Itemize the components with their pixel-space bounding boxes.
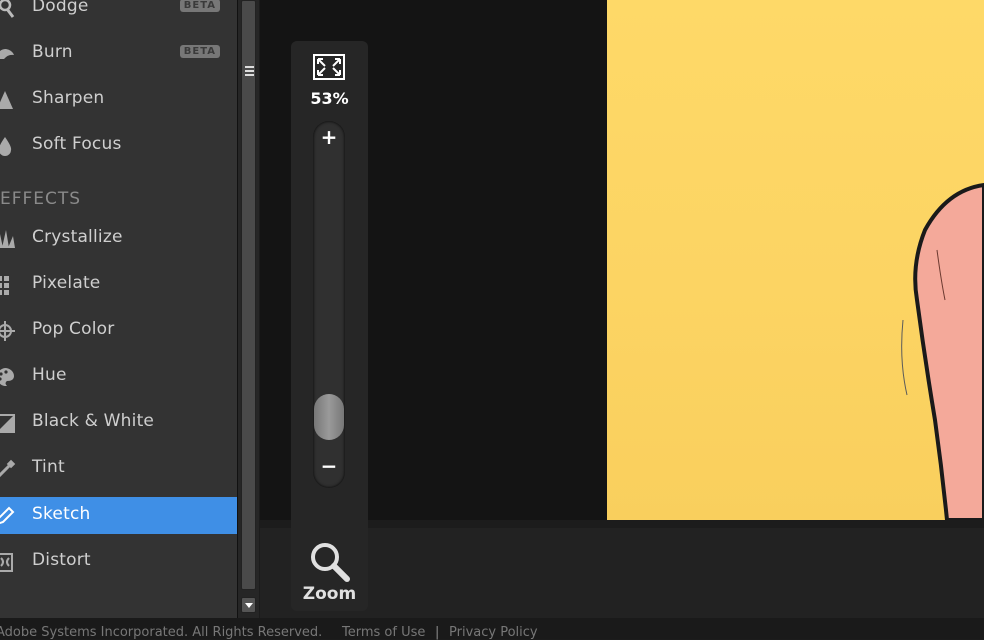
section-effects: EFFECTS [0, 189, 82, 209]
crosshair-icon [0, 320, 16, 342]
privacy-policy-link[interactable]: Privacy Policy [449, 625, 538, 640]
sidebar-item-black-white[interactable]: Black & White [0, 404, 237, 441]
sidebar-item-label: Distort [32, 550, 91, 570]
sketch-shape-icon [901, 182, 984, 520]
page-footer: Adobe Systems Incorporated. All Rights R… [0, 618, 984, 640]
magnifier-icon[interactable] [305, 539, 353, 587]
zoom-slider[interactable]: + − [313, 121, 345, 488]
sidebar-item-label: Hue [32, 365, 67, 385]
sidebar-item-label: Sketch [32, 504, 91, 524]
scroll-thumb[interactable] [241, 0, 256, 590]
sidebar-item-label: Burn [32, 42, 73, 62]
fit-screen-icon[interactable] [313, 54, 345, 80]
sidebar-item-sketch[interactable]: Sketch [0, 497, 237, 534]
sidebar-item-distort[interactable]: Distort [0, 543, 237, 580]
sharpen-icon [0, 89, 16, 111]
sidebar-item-soft-focus[interactable]: Soft Focus [0, 127, 237, 164]
dodge-icon [0, 0, 16, 19]
sidebar-item-hue[interactable]: Hue [0, 358, 237, 395]
zoom-slider-thumb[interactable] [314, 394, 344, 440]
sidebar-item-label: Tint [32, 457, 65, 477]
sidebar-item-pixelate[interactable]: Pixelate [0, 266, 237, 303]
grip-icon [245, 66, 254, 78]
sidebar-item-label: Crystallize [32, 227, 123, 247]
terms-of-use-link[interactable]: Terms of Use [342, 625, 425, 640]
zoom-out-button[interactable]: − [313, 454, 345, 478]
zoom-panel: 53% + − Zoom [291, 41, 368, 611]
droplet-icon [0, 135, 16, 157]
sidebar-item-dodge[interactable]: Dodge BETA [0, 0, 237, 26]
pixelate-icon [0, 274, 16, 296]
sidebar-item-label: Pixelate [32, 273, 101, 293]
sidebar-item-sharpen[interactable]: Sharpen [0, 81, 237, 118]
beta-badge: BETA [179, 45, 220, 58]
dropper-icon [0, 458, 16, 480]
sidebar-scrollbar[interactable] [237, 0, 259, 618]
burn-icon [0, 43, 16, 65]
sidebar-item-label: Dodge [32, 0, 89, 16]
palette-icon [0, 366, 16, 388]
sidebar-item-tint[interactable]: Tint [0, 450, 237, 487]
beta-badge: BETA [179, 0, 220, 12]
sidebar-item-pop-color[interactable]: Pop Color [0, 312, 237, 349]
sidebar-item-label: Pop Color [32, 319, 115, 339]
photo-canvas[interactable] [607, 0, 984, 520]
contrast-icon [0, 412, 16, 434]
sidebar-item-label: Soft Focus [32, 134, 122, 154]
copyright-text: Adobe Systems Incorporated. All Rights R… [0, 625, 323, 640]
sidebar-item-crystallize[interactable]: Crystallize [0, 220, 237, 257]
sidebar-item-label: Black & White [32, 411, 155, 431]
scroll-down-button[interactable] [241, 597, 256, 613]
pencil-icon [0, 505, 16, 527]
zoom-percent: 53% [310, 89, 349, 108]
zoom-in-button[interactable]: + [313, 125, 345, 149]
zoom-tool-label[interactable]: Zoom [291, 584, 368, 604]
bottom-toolbar [260, 528, 984, 618]
adjustments-sidebar: Dodge BETA Burn BETA Sharpen Soft Focus … [0, 0, 237, 618]
footer-separator: | [435, 625, 440, 640]
distort-icon [0, 551, 16, 573]
sidebar-item-burn[interactable]: Burn BETA [0, 35, 237, 72]
crystallize-icon [0, 228, 16, 250]
sidebar-item-label: Sharpen [32, 88, 105, 108]
